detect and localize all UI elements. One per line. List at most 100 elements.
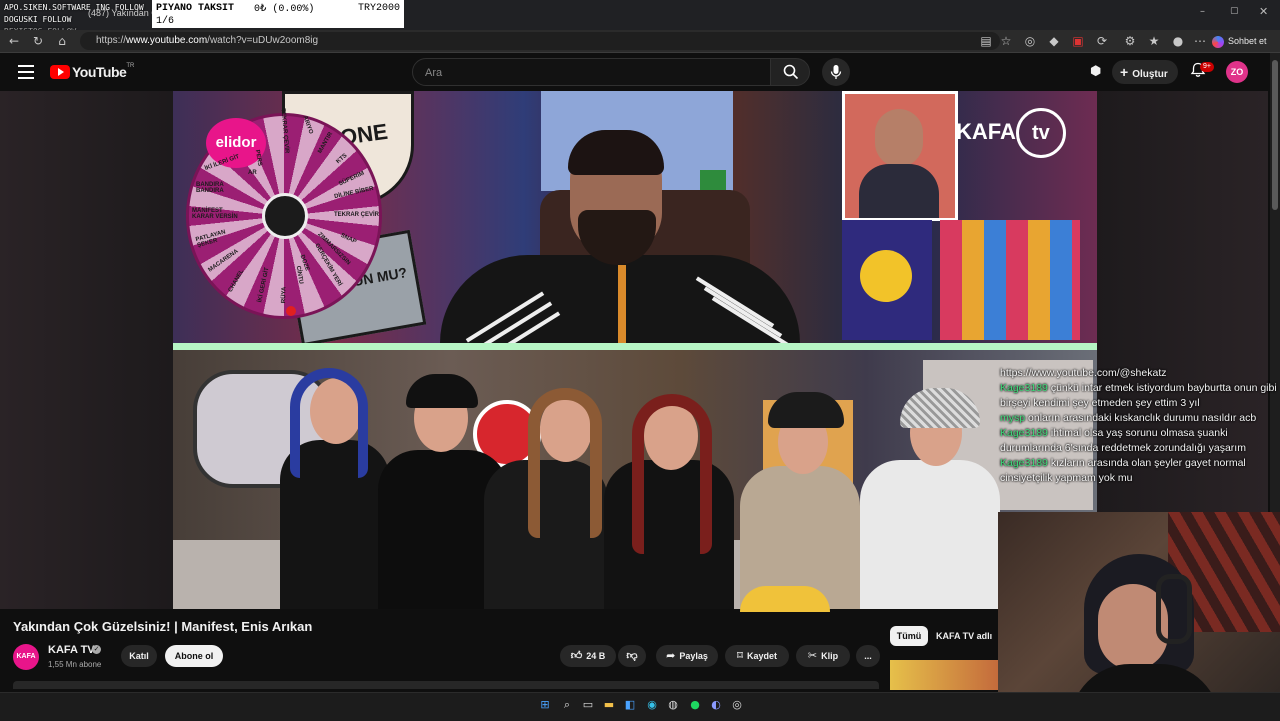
- favorite-star-icon[interactable]: ☆: [998, 33, 1014, 49]
- kafa-tv-logo-text: KAFA: [956, 119, 1016, 144]
- url-host: www.youtube.com: [126, 35, 208, 46]
- chat-user: Kage3189: [1000, 427, 1048, 439]
- overlay-follow-line-2: DOGUSKI FOLLOW: [4, 15, 72, 24]
- extension-icon-1[interactable]: ◎: [1022, 33, 1038, 49]
- chat-message: Kage3189 çünkü intar etmek istiyordum ba…: [1000, 381, 1278, 411]
- share-label: Paylaş: [679, 651, 708, 661]
- join-button[interactable]: Katıl: [121, 645, 157, 667]
- guest-3-hair: [528, 388, 602, 538]
- chat-message: mysp onların arasındaki kıskanclık durum…: [1000, 411, 1278, 426]
- reload-icon[interactable]: ↻: [30, 33, 46, 49]
- youtube-logo[interactable]: YouTubeTR: [50, 63, 134, 81]
- spotify-icon[interactable]: ●: [688, 698, 702, 712]
- chat-user: mysp: [1000, 412, 1026, 424]
- kafa-tv-logo: KAFA tv: [956, 108, 1086, 178]
- extension-icon-2[interactable]: ◆: [1046, 33, 1062, 49]
- pacman-poster: [842, 220, 932, 340]
- chip-all[interactable]: Tümü: [890, 626, 928, 646]
- chat-user: Kage3189: [1000, 382, 1048, 394]
- favorites-icon[interactable]: ★: [1146, 33, 1162, 49]
- subscribe-button[interactable]: Abone ol: [165, 645, 223, 667]
- ticker-page: 1/6: [156, 16, 175, 27]
- frame-divider: [173, 343, 1097, 350]
- channel-name[interactable]: KAFA TV: [48, 644, 95, 656]
- recommended-thumbnail[interactable]: [890, 660, 998, 690]
- create-label: Oluştur: [1132, 69, 1168, 80]
- thumbs-up-icon: 👍︎: [570, 649, 583, 662]
- edge-icon[interactable]: ◉: [645, 698, 659, 712]
- create-button[interactable]: + Oluştur: [1112, 60, 1178, 84]
- chat-user: Kage3189: [1000, 457, 1048, 469]
- taskbar-search-icon[interactable]: ⌕: [560, 698, 574, 712]
- more-actions-button[interactable]: ...: [856, 645, 880, 667]
- chat-message: Kage3189 ihtimal olsa yaş sorunu olmasa …: [1000, 426, 1278, 456]
- obs-icon[interactable]: ◎: [730, 698, 744, 712]
- guest-5-hat: [768, 392, 844, 428]
- save-button[interactable]: ⌑ Kaydet: [725, 645, 789, 667]
- windows-taskbar: [0, 692, 1280, 721]
- copilot-chat-button[interactable]: Sohbet et: [1212, 32, 1278, 50]
- reader-icon[interactable]: ▤: [978, 33, 994, 49]
- subscriber-count: 1,55 Mn abone: [48, 660, 102, 669]
- cast-icon[interactable]: ⬢: [1090, 64, 1101, 79]
- thumbs-down-icon: 👎︎: [626, 649, 638, 662]
- window-close-icon[interactable]: ✕: [1259, 5, 1268, 18]
- like-count: 24 B: [586, 651, 606, 661]
- search-button[interactable]: [770, 58, 810, 86]
- chip-channel[interactable]: KAFA TV adlı: [936, 626, 998, 646]
- wheel-label: MANİFEST KARAR VERSİN: [192, 208, 238, 220]
- scissors-icon: ✂: [807, 649, 818, 662]
- task-view-icon[interactable]: ▭: [581, 698, 595, 712]
- ticker-name: PIYANO TAKSIT: [156, 3, 235, 14]
- search-box: [412, 58, 772, 86]
- wheel-pointer: [286, 306, 296, 316]
- copilot-icon: [1212, 35, 1224, 48]
- more-menu-icon[interactable]: ⋯: [1192, 33, 1208, 49]
- save-label: Kaydet: [746, 651, 777, 661]
- account-avatar[interactable]: ZO: [1226, 61, 1248, 83]
- profile-icon[interactable]: ●: [1170, 33, 1186, 49]
- copilot-chat-label: Sohbet et: [1228, 36, 1267, 46]
- smiley-pillow: [740, 586, 830, 612]
- more-icon: ...: [864, 651, 872, 661]
- guest-6: [860, 460, 1000, 609]
- window-maximize-icon[interactable]: ▢: [1230, 6, 1239, 16]
- start-icon[interactable]: ⊞: [538, 698, 552, 712]
- share-button[interactable]: ➦ Paylaş: [656, 645, 718, 667]
- store-icon[interactable]: ◧: [623, 698, 637, 712]
- menu-icon[interactable]: [18, 65, 34, 79]
- chat-message: https://www.youtube.com/@shekatz: [1000, 366, 1278, 381]
- guest-4-hair: [632, 394, 712, 554]
- donation-ticker: PIYANO TAKSIT 0₺ (0.00%) TRY2000 1/6: [152, 0, 404, 28]
- voice-search-button[interactable]: [822, 58, 850, 86]
- steam-icon[interactable]: ◍: [666, 698, 680, 712]
- wheel-label: RÜYA: [280, 286, 288, 304]
- gameboy-wall: [940, 220, 1080, 340]
- home-icon[interactable]: ⌂: [54, 33, 70, 49]
- window-minimize-icon[interactable]: –: [1200, 6, 1205, 17]
- description-box[interactable]: [13, 681, 879, 689]
- youtube-play-icon: [50, 64, 70, 79]
- address-bar[interactable]: https://www.youtube.com/watch?v=uDUw2oom…: [80, 32, 1000, 50]
- ticker-value: 0₺ (0.00%): [254, 4, 315, 15]
- url-prefix: https://: [96, 35, 127, 46]
- clip-label: Klip: [821, 651, 839, 661]
- file-explorer-icon[interactable]: ▬: [602, 698, 616, 712]
- extension-icon-3[interactable]: ▣: [1070, 33, 1086, 49]
- scrollbar-thumb[interactable]: [1272, 60, 1278, 210]
- search-input[interactable]: [423, 63, 757, 83]
- discord-icon[interactable]: ◐: [709, 698, 723, 712]
- streamer-webcam: [998, 512, 1280, 720]
- wheel-label: BANDIRA BANDIRA: [196, 182, 224, 194]
- share-icon: ➦: [666, 649, 676, 662]
- back-icon[interactable]: ←: [6, 33, 22, 49]
- clip-button[interactable]: ✂ Klip: [796, 645, 850, 667]
- wheel-label: TEKRAR ÇEVİR: [334, 212, 380, 218]
- extension-icon-4[interactable]: ⟳: [1094, 33, 1110, 49]
- chat-message: Kage3189 kızların arasında olan şeyler g…: [1000, 456, 1278, 486]
- channel-avatar[interactable]: KAFA: [13, 644, 39, 670]
- country-code: TR: [126, 63, 135, 69]
- like-button[interactable]: 👍︎ 24 B: [560, 645, 616, 667]
- extensions-icon[interactable]: ⚙: [1122, 33, 1138, 49]
- dislike-button[interactable]: 👎︎: [618, 645, 646, 667]
